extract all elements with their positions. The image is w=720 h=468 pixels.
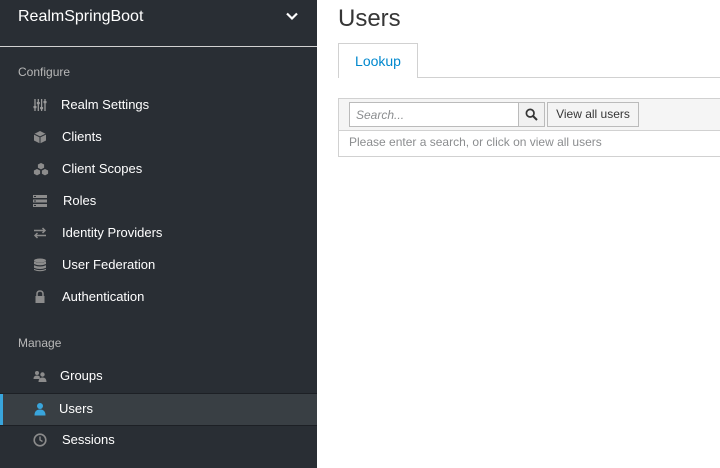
sidebar-item-sessions[interactable]: Sessions bbox=[0, 425, 317, 456]
sliders-icon bbox=[33, 99, 47, 111]
chevron-down-icon[interactable] bbox=[285, 9, 299, 23]
sidebar-item-roles[interactable]: Roles bbox=[0, 186, 317, 217]
sidebar: RealmSpringBoot Configure Realm Settings… bbox=[0, 0, 317, 468]
list-icon bbox=[33, 195, 47, 207]
sidebar-item-realm-settings[interactable]: Realm Settings bbox=[0, 90, 317, 121]
lock-icon bbox=[35, 290, 45, 303]
users-icon bbox=[33, 371, 47, 382]
sidebar-item-label: Roles bbox=[63, 193, 97, 208]
search-icon bbox=[525, 108, 538, 121]
sidebar-item-label: Client Scopes bbox=[62, 161, 143, 176]
sidebar-item-label: Identity Providers bbox=[62, 225, 163, 240]
sidebar-item-label: Authentication bbox=[62, 289, 145, 304]
section-title-manage: Manage bbox=[18, 336, 62, 350]
sidebar-item-label: Clients bbox=[62, 129, 102, 144]
exchange-icon bbox=[33, 227, 47, 239]
sidebar-item-label: Realm Settings bbox=[61, 97, 150, 112]
sidebar-item-user-federation[interactable]: User Federation bbox=[0, 250, 317, 281]
realm-selector[interactable]: RealmSpringBoot bbox=[0, 0, 317, 47]
cubes-icon bbox=[33, 162, 49, 176]
tab-lookup[interactable]: Lookup bbox=[338, 43, 418, 78]
view-all-users-button[interactable]: View all users bbox=[547, 102, 639, 127]
database-icon bbox=[34, 258, 46, 272]
sidebar-item-label: Sessions bbox=[62, 432, 115, 447]
active-indicator bbox=[0, 394, 3, 425]
sidebar-item-label: Groups bbox=[60, 368, 103, 383]
clock-icon bbox=[33, 433, 47, 447]
empty-state-row: Please enter a search, or click on view … bbox=[338, 129, 720, 157]
sidebar-item-client-scopes[interactable]: Client Scopes bbox=[0, 154, 317, 185]
cube-icon bbox=[33, 131, 47, 144]
sidebar-item-authentication[interactable]: Authentication bbox=[0, 282, 317, 313]
main-content: Users Lookup View all users Please enter… bbox=[317, 0, 720, 468]
sidebar-item-clients[interactable]: Clients bbox=[0, 122, 317, 153]
sidebar-item-label: Users bbox=[59, 401, 93, 416]
search-button[interactable] bbox=[518, 102, 545, 127]
sidebar-item-groups[interactable]: Groups bbox=[0, 361, 317, 392]
users-toolbar: View all users bbox=[338, 98, 720, 131]
page-title: Users bbox=[338, 5, 401, 32]
user-icon bbox=[34, 403, 46, 416]
sidebar-item-label: User Federation bbox=[62, 257, 156, 272]
section-title-configure: Configure bbox=[18, 65, 71, 79]
sidebar-item-users[interactable]: Users bbox=[0, 393, 317, 426]
realm-name: RealmSpringBoot bbox=[18, 8, 144, 25]
empty-state-message: Please enter a search, or click on view … bbox=[349, 135, 602, 149]
sidebar-item-identity-providers[interactable]: Identity Providers bbox=[0, 218, 317, 249]
search-input[interactable] bbox=[349, 102, 519, 127]
